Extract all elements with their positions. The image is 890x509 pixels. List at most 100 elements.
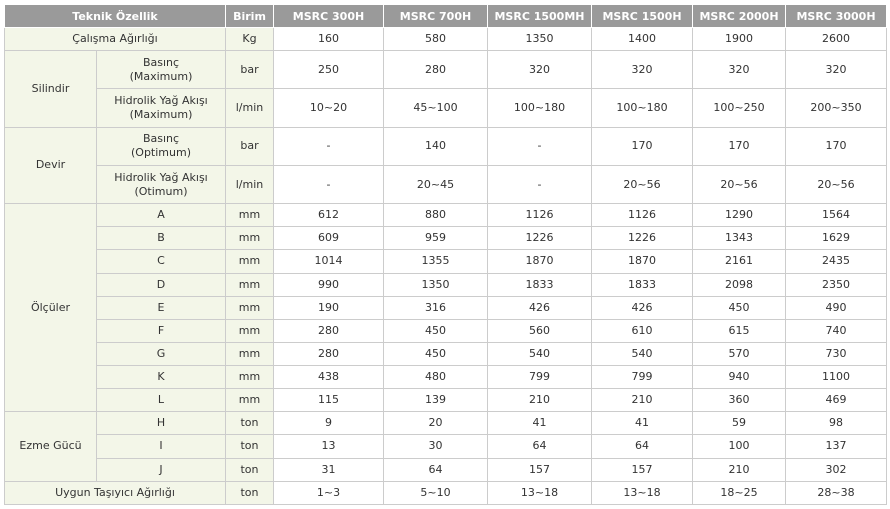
header-cell: MSRC 300H (273, 3, 384, 29)
row-label: K (96, 364, 226, 390)
table-row: Hidrolik Yağ Akışı (Maximum) l/min 10~20 45… (5, 88, 887, 128)
value-cell: 2435 (785, 249, 887, 274)
row-label: Hidrolik Yağ Akışı (Otimum) (96, 164, 226, 205)
table-row: Uygun Taşıyıcı Ağırlığı ton 1~3 5~10 13~18 13… (4, 480, 887, 506)
value-cell: 98 (785, 411, 887, 436)
value-cell: 570 (692, 341, 786, 367)
table-row: Kmm 438 480 799 799 940 1100 (5, 364, 887, 390)
unit-cell: mm (225, 364, 274, 390)
value-cell: 609 (273, 226, 384, 251)
value-cell: 20~56 (692, 164, 786, 205)
unit-cell: mm (225, 318, 274, 343)
value-cell: 190 (273, 295, 384, 320)
value-cell: 100 (692, 434, 786, 459)
value-cell: 426 (591, 295, 693, 320)
value-cell: 64 (487, 434, 592, 459)
value-cell: 41 (591, 411, 693, 436)
header-cell: MSRC 1500H (591, 3, 693, 29)
unit-cell: bar (225, 50, 274, 90)
unit-cell: bar (225, 126, 274, 166)
value-cell: 5~10 (383, 480, 488, 506)
value-cell: 540 (487, 341, 592, 367)
value-cell: 1629 (785, 226, 887, 251)
unit-cell: mm (225, 341, 274, 367)
value-cell: 2161 (692, 249, 786, 274)
value-cell: 730 (785, 341, 887, 367)
value-cell: 139 (383, 388, 488, 413)
value-cell: 1355 (383, 249, 488, 274)
table-row: Çalışma Ağırlığı Kg 160 580 1350 1400 1900 2600 (4, 27, 887, 52)
row-label: D (96, 272, 226, 297)
value-cell: 540 (591, 341, 693, 367)
value-cell: 210 (692, 457, 786, 482)
row-label: H (96, 411, 226, 436)
value-cell: 1900 (692, 27, 786, 52)
row-label: J (96, 457, 226, 482)
table-row: Gmm 280 450 540 540 570 730 (5, 341, 887, 367)
unit-cell: ton (225, 457, 274, 482)
value-cell: 20~45 (383, 164, 488, 205)
value-cell: 30 (383, 434, 488, 459)
value-cell: 250 (273, 50, 384, 90)
spec-table: Teknik Özellik Birim MSRC 300H MSRC 700H MSR… (4, 3, 887, 506)
value-cell: 20~56 (785, 164, 887, 205)
value-cell: 280 (273, 318, 384, 343)
value-cell: 64 (591, 434, 693, 459)
value-cell: 316 (383, 295, 488, 320)
header-cell: Birim (225, 3, 274, 29)
value-cell: 426 (487, 295, 592, 320)
row-label: A (96, 203, 226, 228)
value-cell: 13~18 (487, 480, 592, 506)
value-cell: 560 (487, 318, 592, 343)
value-cell: 280 (383, 50, 488, 90)
value-cell: 20 (383, 411, 488, 436)
value-cell: 490 (785, 295, 887, 320)
unit-cell: mm (225, 203, 274, 228)
value-cell: 1350 (487, 27, 592, 52)
group-label: Ölçüler (4, 203, 97, 413)
value-cell: 210 (487, 388, 592, 413)
value-cell: 31 (273, 457, 384, 482)
value-cell: 1226 (591, 226, 693, 251)
value-cell: 1400 (591, 27, 693, 52)
value-cell: 280 (273, 341, 384, 367)
value-cell: - (273, 126, 384, 166)
unit-cell: l/min (225, 88, 274, 128)
value-cell: 1833 (487, 272, 592, 297)
group-label: Ezme Gücü (4, 411, 97, 482)
row-label: Uygun Taşıyıcı Ağırlığı (4, 480, 226, 506)
value-cell: 137 (785, 434, 887, 459)
row-label: I (96, 434, 226, 459)
row-label: Çalışma Ağırlığı (4, 27, 226, 52)
value-cell: 2098 (692, 272, 786, 297)
value-cell: - (487, 126, 592, 166)
header-cell: Teknik Özellik (4, 3, 226, 29)
value-cell: 1870 (591, 249, 693, 274)
value-cell: - (273, 164, 384, 205)
value-cell: 1~3 (273, 480, 384, 506)
table-row: Dmm 990 1350 1833 1833 2098 2350 (5, 272, 887, 297)
value-cell: 360 (692, 388, 786, 413)
row-label: B (96, 226, 226, 251)
value-cell: 450 (692, 295, 786, 320)
row-label: L (96, 388, 226, 413)
unit-cell: mm (225, 249, 274, 274)
value-cell: 170 (692, 126, 786, 166)
table-header-row: Teknik Özellik Birim MSRC 300H MSRC 700H MSR… (4, 3, 887, 29)
value-cell: 200~350 (785, 88, 887, 128)
value-cell: 799 (591, 364, 693, 390)
value-cell: 157 (487, 457, 592, 482)
value-cell: 612 (273, 203, 384, 228)
value-cell: 9 (273, 411, 384, 436)
table-row: Fmm 280 450 560 610 615 740 (5, 318, 887, 343)
row-label: Basınç (Maximum) (96, 50, 226, 90)
value-cell: 320 (785, 50, 887, 90)
unit-cell: mm (225, 272, 274, 297)
value-cell: 64 (383, 457, 488, 482)
value-cell: 1870 (487, 249, 592, 274)
row-label: E (96, 295, 226, 320)
value-cell: 1014 (273, 249, 384, 274)
value-cell: 615 (692, 318, 786, 343)
value-cell: 1833 (591, 272, 693, 297)
value-cell: 13~18 (591, 480, 693, 506)
